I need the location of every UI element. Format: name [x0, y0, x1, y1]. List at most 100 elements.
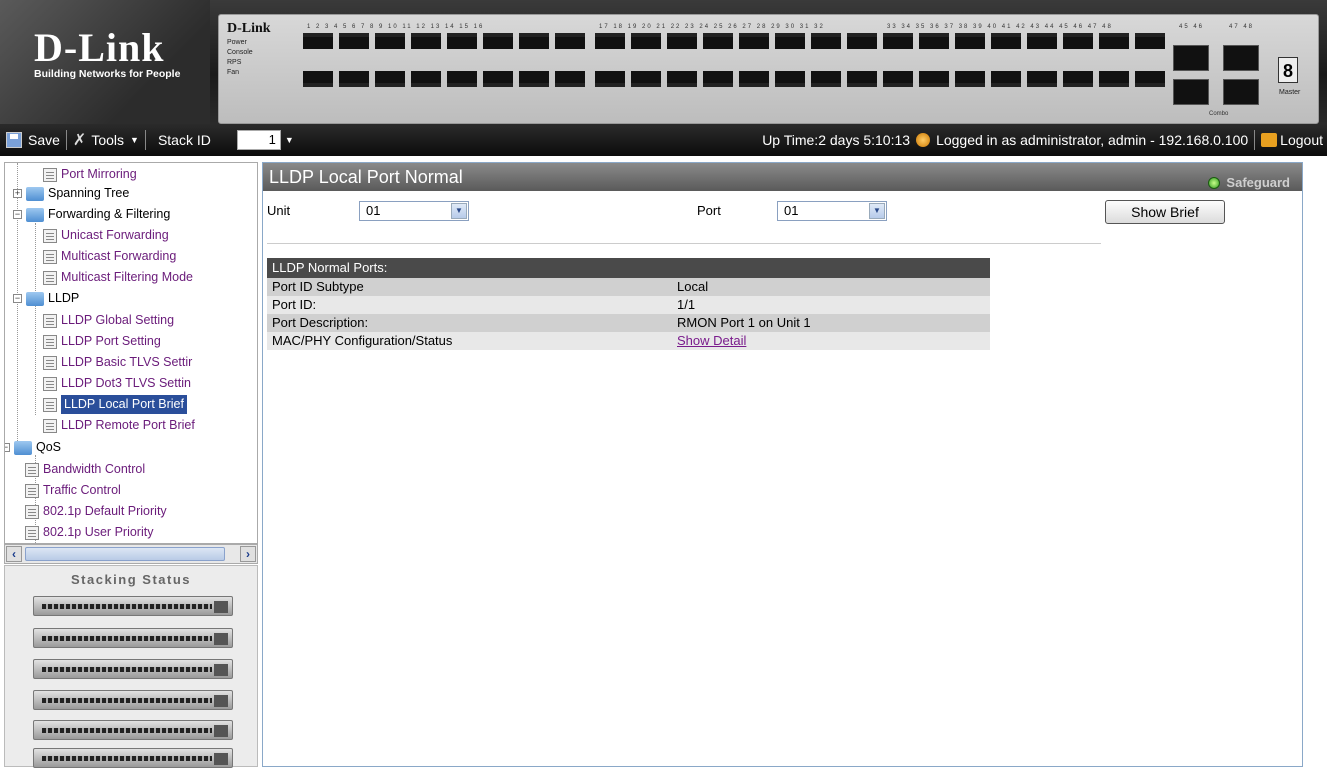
ethernet-port[interactable]: [811, 33, 841, 49]
scrollbar-thumb[interactable]: [25, 547, 225, 561]
tree-item-spanning-tree[interactable]: + Spanning Tree: [13, 184, 129, 203]
tree-item-multicast-filtering-mode[interactable]: Multicast Filtering Mode: [43, 268, 193, 287]
ethernet-port[interactable]: [519, 71, 549, 87]
stack-unit[interactable]: [33, 596, 233, 616]
tree-item-lldp-global-setting[interactable]: LLDP Global Setting: [43, 311, 174, 330]
ethernet-port[interactable]: [555, 71, 585, 87]
collapse-icon[interactable]: −: [13, 294, 22, 303]
ethernet-port[interactable]: [1099, 71, 1129, 87]
ethernet-port[interactable]: [595, 71, 625, 87]
stack-id-select[interactable]: 1: [236, 130, 281, 150]
tree-item-traffic-control[interactable]: Traffic Control: [25, 481, 121, 500]
unit-select[interactable]: 01 ▼: [359, 201, 469, 221]
show-brief-button[interactable]: Show Brief: [1105, 200, 1225, 224]
sfp-port[interactable]: [1223, 79, 1259, 105]
ethernet-port[interactable]: [847, 71, 877, 87]
port-label: Port: [697, 203, 721, 218]
ethernet-port[interactable]: [703, 33, 733, 49]
tree-item-lldp[interactable]: − LLDP: [13, 289, 79, 308]
ethernet-port[interactable]: [303, 33, 333, 49]
ethernet-port[interactable]: [1099, 33, 1129, 49]
ethernet-port[interactable]: [483, 33, 513, 49]
ethernet-port[interactable]: [667, 71, 697, 87]
ethernet-port[interactable]: [955, 33, 985, 49]
tree-item-label: Spanning Tree: [48, 186, 130, 200]
tools-menu-button[interactable]: ✗ Tools ▼: [67, 124, 145, 156]
ethernet-port[interactable]: [991, 71, 1021, 87]
tree-item-label: Bandwidth Control: [43, 462, 146, 476]
tree-item-lldp-local-port-brief[interactable]: LLDP Local Port Brief: [43, 395, 187, 414]
stack-unit[interactable]: [33, 628, 233, 648]
ethernet-port[interactable]: [555, 33, 585, 49]
tree-item-lldp-dot3-tlvs[interactable]: LLDP Dot3 TLVS Settin: [43, 374, 191, 393]
stack-unit[interactable]: [33, 659, 233, 679]
ethernet-port[interactable]: [339, 71, 369, 87]
chevron-down-icon[interactable]: ▼: [285, 135, 294, 145]
tree-item-forwarding-filtering[interactable]: − Forwarding & Filtering: [13, 205, 170, 224]
ethernet-port[interactable]: [955, 71, 985, 87]
ethernet-port[interactable]: [667, 33, 697, 49]
ethernet-port[interactable]: [483, 71, 513, 87]
chevron-down-icon[interactable]: ▼: [869, 203, 885, 219]
sfp-port[interactable]: [1173, 79, 1209, 105]
ethernet-port[interactable]: [1135, 71, 1165, 87]
collapse-icon[interactable]: −: [13, 210, 22, 219]
save-button[interactable]: Save: [0, 124, 66, 156]
tree-item-lldp-remote-port-brief[interactable]: LLDP Remote Port Brief: [43, 416, 195, 435]
ethernet-port[interactable]: [595, 33, 625, 49]
ethernet-port[interactable]: [1135, 33, 1165, 49]
ethernet-port[interactable]: [411, 33, 441, 49]
scroll-left-icon[interactable]: ‹: [6, 546, 22, 562]
port-select[interactable]: 01 ▼: [777, 201, 887, 221]
ethernet-port[interactable]: [883, 71, 913, 87]
ethernet-port[interactable]: [919, 33, 949, 49]
ethernet-port[interactable]: [631, 33, 661, 49]
collapse-icon[interactable]: −: [5, 443, 10, 452]
ethernet-port[interactable]: [883, 33, 913, 49]
ethernet-port[interactable]: [339, 33, 369, 49]
tree-item-port-mirroring[interactable]: Port Mirroring: [43, 165, 137, 184]
ethernet-port[interactable]: [631, 71, 661, 87]
ethernet-port[interactable]: [447, 33, 477, 49]
ethernet-port[interactable]: [303, 71, 333, 87]
expand-icon[interactable]: +: [13, 189, 22, 198]
ethernet-port[interactable]: [991, 33, 1021, 49]
sfp-port[interactable]: [1223, 45, 1259, 71]
ethernet-port[interactable]: [1027, 71, 1057, 87]
stack-unit[interactable]: [33, 748, 233, 768]
ethernet-port[interactable]: [775, 33, 805, 49]
tree-item-unicast-forwarding[interactable]: Unicast Forwarding: [43, 226, 169, 245]
ethernet-port[interactable]: [775, 71, 805, 87]
logout-button[interactable]: Logout: [1261, 124, 1327, 156]
tree-item-lldp-port-setting[interactable]: LLDP Port Setting: [43, 332, 161, 351]
stack-unit[interactable]: [33, 690, 233, 710]
tree-item-multicast-forwarding[interactable]: Multicast Forwarding: [43, 247, 176, 266]
ethernet-port[interactable]: [811, 71, 841, 87]
show-detail-link[interactable]: Show Detail: [677, 333, 746, 348]
sfp-port[interactable]: [1173, 45, 1209, 71]
ethernet-port[interactable]: [847, 33, 877, 49]
ethernet-port[interactable]: [519, 33, 549, 49]
ethernet-port[interactable]: [739, 33, 769, 49]
stacking-status-title: Stacking Status: [70, 572, 192, 587]
tree-item-lldp-basic-tlvs[interactable]: LLDP Basic TLVS Settir: [43, 353, 192, 372]
tree-item-8021p-user-priority[interactable]: 802.1p User Priority: [25, 523, 153, 542]
ethernet-port[interactable]: [447, 71, 477, 87]
page-icon: [43, 228, 57, 243]
tree-item-8021p-default-priority[interactable]: 802.1p Default Priority: [25, 502, 167, 521]
ethernet-port[interactable]: [703, 71, 733, 87]
stack-unit[interactable]: [33, 720, 233, 740]
ethernet-port[interactable]: [1063, 33, 1093, 49]
tree-item-bandwidth-control[interactable]: Bandwidth Control: [25, 460, 145, 479]
tree-item-qos[interactable]: − QoS: [5, 438, 61, 457]
ethernet-port[interactable]: [919, 71, 949, 87]
ethernet-port[interactable]: [411, 71, 441, 87]
ethernet-port[interactable]: [1063, 71, 1093, 87]
tree-horizontal-scrollbar[interactable]: ‹ ›: [4, 544, 258, 564]
ethernet-port[interactable]: [739, 71, 769, 87]
chevron-down-icon[interactable]: ▼: [451, 203, 467, 219]
scroll-right-icon[interactable]: ›: [240, 546, 256, 562]
ethernet-port[interactable]: [375, 71, 405, 87]
ethernet-port[interactable]: [1027, 33, 1057, 49]
ethernet-port[interactable]: [375, 33, 405, 49]
